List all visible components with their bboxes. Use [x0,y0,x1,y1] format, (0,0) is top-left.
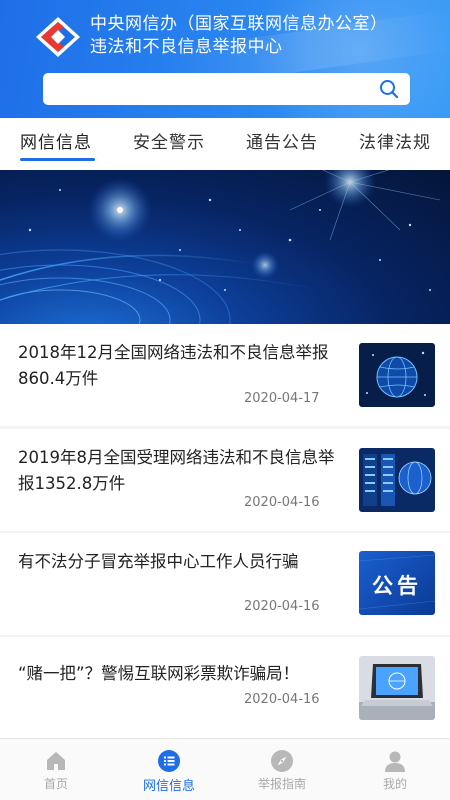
news-thumbnail: 公告 [359,551,435,615]
tab-wangxin-info[interactable]: 网信信息 [20,118,92,170]
bottom-nav: 首页 网信信息 举报指南 我的 [0,738,450,800]
news-thumbnail [359,343,435,407]
cac-logo-icon [36,17,80,57]
nav-home[interactable]: 首页 [11,739,101,800]
nav-label: 网信信息 [142,779,195,794]
search-icon[interactable] [379,79,399,99]
search-input[interactable] [43,73,353,105]
news-date: 2020-04-16 [244,495,320,510]
news-item[interactable]: “赌一把”？警惕互联网彩票欺诈骗局！ 2020-04-16 [0,637,450,739]
news-thumbnail [359,448,435,512]
news-thumbnail [359,656,435,720]
banner-image[interactable] [0,170,450,324]
news-title: 2018年12月全国网络违法和不良信息举报860.4万件 [18,343,329,388]
news-title: 有不法分子冒充举报中心工作人员行骗 [18,552,299,571]
nav-label: 我的 [382,777,407,791]
news-date: 2020-04-16 [244,599,320,614]
news-item[interactable]: 有不法分子冒充举报中心工作人员行骗 2020-04-16 公告 [0,533,450,635]
search-bar[interactable] [43,73,410,105]
home-icon [47,752,65,770]
news-item[interactable]: 2019年8月全国受理网络违法和不良信息举报1352.8万件 2020-04-1… [0,429,450,531]
list-icon [158,750,180,772]
laptop-icon [359,656,435,720]
banner-network-graphic [0,170,441,324]
compass-icon [271,750,293,772]
news-item[interactable]: 2018年12月全国网络违法和不良信息举报860.4万件 2020-04-17 [0,324,450,426]
user-icon [385,751,405,772]
active-tab-indicator [20,158,95,161]
org-subtitle: 违法和不良信息举报中心 [90,37,283,57]
org-name: 中央网信办（国家互联网信息办公室） [90,14,388,34]
announcement-thumb-text: 公告 [372,574,422,598]
nav-mine[interactable]: 我的 [350,739,440,800]
nav-wangxin-info[interactable]: 网信信息 [124,739,214,800]
nav-label: 举报指南 [257,777,306,791]
app-header: 中央网信办（国家互联网信息办公室） 违法和不良信息举报中心 [0,0,450,118]
nav-report-guide[interactable]: 举报指南 [237,739,327,800]
news-date: 2020-04-16 [244,692,320,707]
nav-label: 首页 [43,777,68,791]
globe-network-icon [359,343,435,407]
tab-security-alerts[interactable]: 安全警示 [133,118,205,170]
news-date: 2020-04-17 [244,391,320,406]
news-title: “赌一把”？警惕互联网彩票欺诈骗局！ [18,664,300,683]
tab-laws[interactable]: 法律法规 [359,118,431,170]
server-room-icon [359,448,435,512]
category-tabs: 网信信息 安全警示 通告公告 法律法规 [0,118,450,170]
news-title: 2019年8月全国受理网络违法和不良信息举报1352.8万件 [18,448,335,493]
tab-notices[interactable]: 通告公告 [246,118,318,170]
